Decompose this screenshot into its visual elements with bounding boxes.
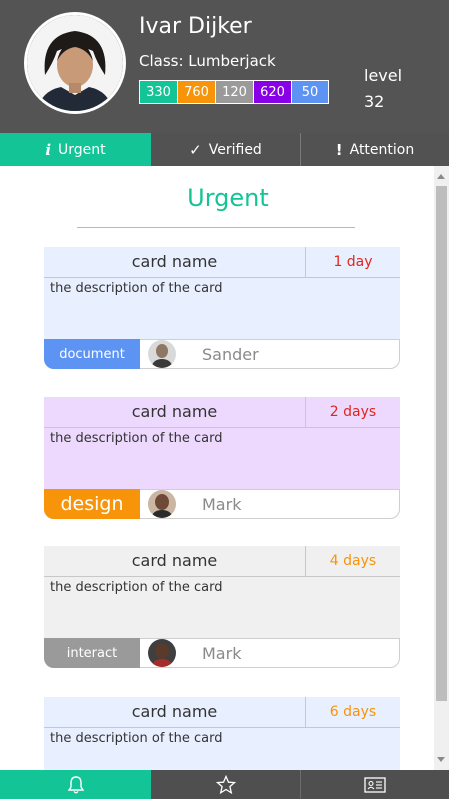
card-due: 2 days — [305, 397, 400, 427]
stat-5: 50 — [291, 80, 329, 104]
tab-urgent[interactable]: i Urgent — [0, 133, 151, 166]
card-header: card name 2 days — [44, 397, 400, 428]
nav-favorites[interactable] — [151, 770, 301, 799]
card-tag[interactable]: design — [44, 489, 140, 519]
tab-label: Attention — [349, 141, 415, 158]
section-title: Urgent — [187, 184, 269, 212]
tab-label: Urgent — [58, 141, 106, 158]
card-description: the description of the card — [50, 281, 223, 296]
stat-4: 620 — [253, 80, 291, 104]
card-description: the description of the card — [50, 431, 223, 446]
stat-3: 120 — [215, 80, 253, 104]
profile-header: Ivar Dijker Class: Lumberjack 330 760 12… — [0, 0, 449, 133]
task-card[interactable]: card name 4 days the description of the … — [44, 546, 400, 668]
tab-label: Verified — [208, 141, 262, 158]
id-card-icon — [364, 776, 386, 793]
card-footer: design Mark — [44, 489, 400, 519]
task-card[interactable]: card name 2 days the description of the … — [44, 397, 400, 519]
profile-name: Ivar Dijker — [139, 14, 252, 39]
assignee[interactable]: Mark — [140, 639, 241, 667]
stats-bar: 330 760 120 620 50 — [139, 80, 329, 104]
card-tag[interactable]: document — [44, 339, 140, 369]
check-icon: ✓ — [189, 140, 202, 159]
card-description: the description of the card — [50, 731, 223, 746]
assignee[interactable]: Mark — [140, 490, 241, 518]
info-icon: i — [45, 140, 52, 159]
nav-notifications[interactable] — [0, 770, 151, 799]
star-icon — [215, 774, 236, 794]
scrollbar-thumb[interactable] — [436, 186, 447, 701]
card-footer: interact Mark — [44, 638, 400, 668]
card-name: card name — [131, 551, 218, 570]
card-description: the description of the card — [50, 580, 223, 595]
bottom-nav — [0, 770, 449, 799]
card-due: 1 day — [305, 247, 400, 277]
nav-profile-card[interactable] — [301, 770, 449, 799]
tab-verified[interactable]: ✓ Verified — [151, 133, 301, 166]
level-value: 32 — [364, 92, 385, 111]
card-header: card name 4 days — [44, 546, 400, 577]
card-header: card name 1 day — [44, 247, 400, 278]
task-card[interactable]: card name 1 day the description of the c… — [44, 247, 400, 369]
assignee-avatar — [148, 340, 176, 368]
section-divider — [77, 227, 355, 228]
card-footer: document Sander — [44, 339, 400, 369]
scroll-down-arrow-icon[interactable] — [437, 757, 445, 762]
scrollbar[interactable] — [434, 166, 449, 770]
bell-icon — [67, 775, 84, 793]
assignee-name: Sander — [202, 344, 259, 364]
assignee-name: Mark — [202, 643, 242, 663]
assignee-name: Mark — [202, 494, 242, 514]
stat-1: 330 — [139, 80, 177, 104]
card-name: card name — [131, 702, 218, 721]
task-card[interactable]: card name 6 days the description of the … — [44, 697, 400, 770]
tab-bar: i Urgent ✓ Verified ! Attention — [0, 133, 449, 166]
stat-2: 760 — [177, 80, 215, 104]
assignee-avatar — [148, 639, 176, 667]
card-list[interactable]: Urgent card name 1 day the description o… — [0, 166, 434, 770]
tab-attention[interactable]: ! Attention — [301, 133, 449, 166]
profile-avatar[interactable] — [24, 12, 126, 114]
card-header: card name 6 days — [44, 697, 400, 728]
exclamation-icon: ! — [335, 140, 343, 159]
profile-class: Class: Lumberjack — [139, 52, 276, 70]
assignee[interactable]: Sander — [140, 340, 259, 368]
assignee-avatar — [148, 490, 176, 518]
card-due: 6 days — [305, 697, 400, 727]
card-name: card name — [131, 252, 218, 271]
card-tag[interactable]: interact — [44, 638, 140, 668]
scroll-up-arrow-icon[interactable] — [437, 174, 445, 179]
level-label: level — [364, 66, 403, 85]
card-due: 4 days — [305, 546, 400, 576]
card-name: card name — [131, 402, 218, 421]
